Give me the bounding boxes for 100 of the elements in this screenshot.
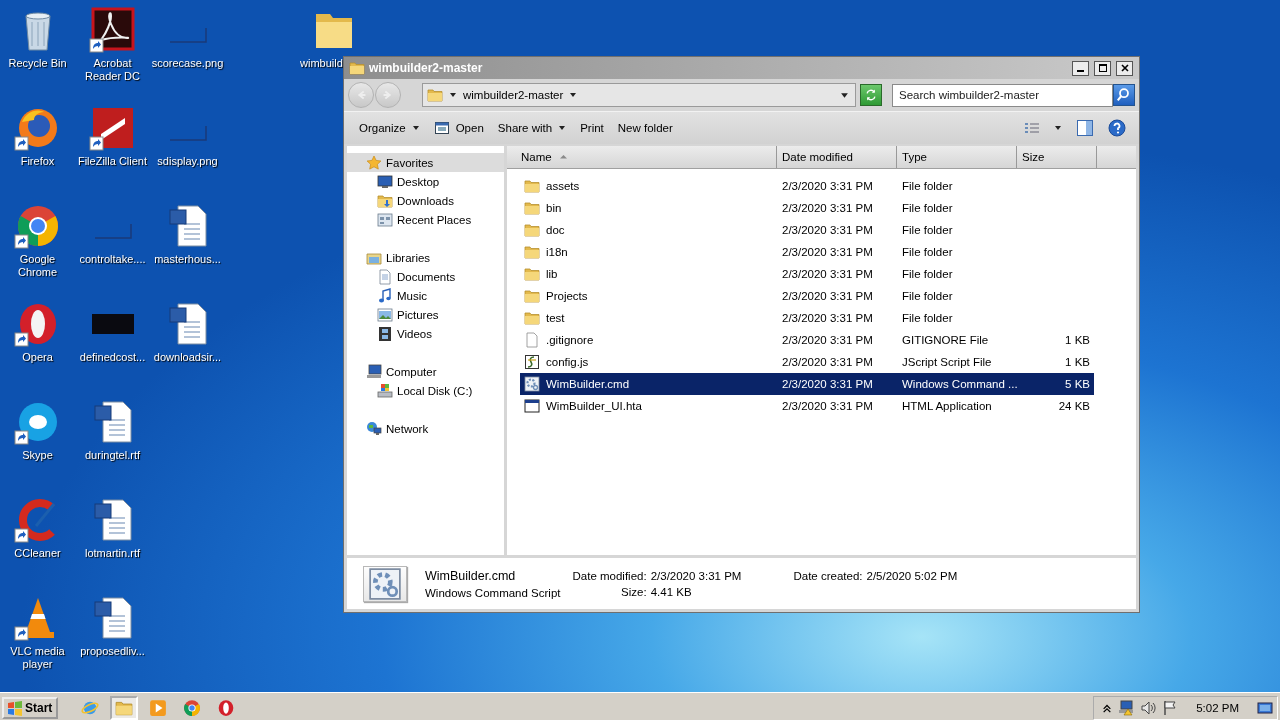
music-note-icon [377, 287, 393, 304]
breadcrumb-item[interactable]: wimbuilder2-master [463, 89, 564, 101]
property-value: 4.41 KB [650, 585, 693, 598]
browser-icon [183, 698, 202, 717]
icon-label[interactable]: VLC media player [0, 645, 75, 671]
file-row[interactable]: lib 2/3/2020 3:31 PM File folder [520, 263, 1094, 285]
icon-label[interactable]: Firefox [0, 155, 75, 168]
file-row[interactable]: i18n 2/3/2020 3:31 PM File folder [520, 241, 1094, 263]
date-cell-text: 2/3/2020 3:31 PM [781, 334, 874, 346]
icon-label[interactable]: Google Chrome [0, 253, 75, 279]
file-row[interactable]: assets 2/3/2020 3:31 PM File folder [520, 175, 1094, 197]
show-desktop-icon[interactable] [1257, 699, 1273, 716]
chevron-icon[interactable] [1102, 702, 1113, 713]
icon-label[interactable]: downloadsir... [150, 351, 225, 364]
caret-icon[interactable] [449, 91, 457, 99]
file-row[interactable]: bin 2/3/2020 3:31 PM File folder [520, 197, 1094, 219]
nav-item[interactable]: Pictures [347, 305, 504, 324]
folder-icon [427, 87, 443, 103]
icon-label[interactable]: FileZilla Client [75, 155, 150, 168]
column-header[interactable]: Date modified [777, 146, 897, 168]
date-cell-text: 2/3/2020 3:31 PM [781, 268, 874, 280]
type-cell-text: File folder [901, 290, 954, 302]
play-icon [149, 698, 168, 717]
folder-icon [524, 266, 540, 282]
toolbar-button[interactable]: Print [573, 119, 611, 137]
file-row[interactable]: doc 2/3/2020 3:31 PM File folder [520, 219, 1094, 241]
nav-item[interactable]: Local Disk (C:) [347, 381, 504, 400]
file-name: test [546, 312, 565, 324]
folder-icon [524, 244, 540, 260]
toolbar-button[interactable]: New folder [610, 119, 680, 137]
icon-label[interactable]: Recycle Bin [0, 57, 75, 70]
nav-item[interactable]: Libraries [347, 248, 504, 267]
network-icon[interactable] [1118, 699, 1135, 716]
file-row[interactable]: .gitignore 2/3/2020 3:31 PM GITIGNORE File 1 KB [520, 329, 1094, 351]
refresh-button[interactable] [860, 84, 882, 106]
icon-label[interactable]: Skype [0, 449, 75, 462]
close-icon [1120, 64, 1129, 72]
close-button[interactable] [1116, 60, 1133, 76]
nav-item[interactable]: Recent Places [347, 210, 504, 229]
type-cell-text: HTML Application [901, 400, 993, 412]
property-value: 2/5/2020 5:02 PM [866, 569, 958, 582]
nav-item[interactable]: Desktop [347, 172, 504, 191]
icon-label[interactable]: CCleaner [0, 547, 75, 560]
nav-item[interactable]: Network [347, 419, 504, 438]
nav-item[interactable]: Music [347, 286, 504, 305]
file-row[interactable]: WimBuilder_UI.hta 2/3/2020 3:31 PM HTML Application 24 KB [520, 395, 1094, 417]
icon-label[interactable]: controltake.... [75, 253, 150, 266]
menu-button[interactable]: Organize [352, 119, 427, 137]
file-row[interactable]: test 2/3/2020 3:31 PM File folder [520, 307, 1094, 329]
search-field[interactable]: Search wimbuilder2-master [892, 83, 1113, 107]
file-row[interactable]: WimBuilder.cmd 2/3/2020 3:31 PM Windows Command ... 5 KB [520, 373, 1094, 395]
icon-label[interactable]: masterhous... [150, 253, 225, 266]
nav-item[interactable]: Videos [347, 324, 504, 343]
maximize-button[interactable] [1094, 60, 1111, 76]
folder-icon [524, 200, 540, 216]
maximize-icon [1098, 64, 1107, 72]
date-cell-text: 2/3/2020 3:31 PM [781, 180, 874, 192]
clock[interactable]: 5:02 PM [1196, 701, 1239, 714]
column-header[interactable]: Type [897, 146, 1017, 168]
icon-label[interactable]: Acrobat Reader DC [75, 57, 150, 83]
date-cell-text: 2/3/2020 3:31 PM [781, 378, 874, 390]
icon-label[interactable]: duringtel.rtf [75, 449, 150, 462]
icon-label[interactable]: proposedliv... [75, 645, 150, 658]
icon-label[interactable]: scorecase.png [150, 57, 225, 70]
date-cell-text: 2/3/2020 3:31 PM [781, 202, 874, 214]
menu-button[interactable]: Share with [490, 119, 574, 137]
start-button[interactable]: Start [2, 696, 59, 719]
column-header[interactable]: Size [1017, 146, 1097, 168]
toolbar-button[interactable]: Open [426, 117, 491, 139]
address-bar[interactable]: wimbuilder2-master [422, 83, 856, 107]
file-row[interactable]: config.js 2/3/2020 3:31 PM JScript Script File 1 KB [520, 351, 1094, 373]
icon-label[interactable]: definedcost... [75, 351, 150, 364]
minimize-button[interactable] [1072, 60, 1089, 76]
volume-icon[interactable] [1140, 699, 1157, 716]
app-icon[interactable] [88, 6, 137, 54]
drive-icon [377, 382, 393, 399]
nav-item[interactable]: Favorites [347, 153, 504, 172]
network-icon [366, 420, 382, 437]
icon-label[interactable]: wimbuild [300, 57, 343, 70]
type-cell-text: GITIGNORE File [901, 334, 990, 346]
film-icon [377, 325, 393, 342]
nav-item[interactable]: Documents [347, 267, 504, 286]
date-cell-text: 2/3/2020 3:31 PM [781, 290, 874, 302]
caret-icon[interactable] [840, 90, 849, 100]
date-cell-text: 2/3/2020 3:31 PM [781, 356, 874, 368]
nav-item[interactable]: Computer [347, 362, 504, 381]
icon-label[interactable]: lotmartin.rtf [75, 547, 150, 560]
column-header[interactable]: Name [507, 146, 777, 168]
file-name: WimBuilder.cmd [425, 568, 516, 583]
icon-label[interactable]: Opera [0, 351, 75, 364]
type-cell-text: File folder [901, 312, 954, 324]
search-button[interactable] [1113, 84, 1135, 106]
nav-item[interactable]: Downloads [347, 191, 504, 210]
file-name: Projects [546, 290, 588, 302]
caret-icon[interactable] [569, 91, 578, 99]
search-icon [1116, 87, 1132, 103]
file-row[interactable]: Projects 2/3/2020 3:31 PM File folder [520, 285, 1094, 307]
recent-places-icon [377, 211, 393, 228]
flag-icon[interactable] [1162, 699, 1179, 716]
icon-label[interactable]: sdisplay.png [150, 155, 225, 168]
